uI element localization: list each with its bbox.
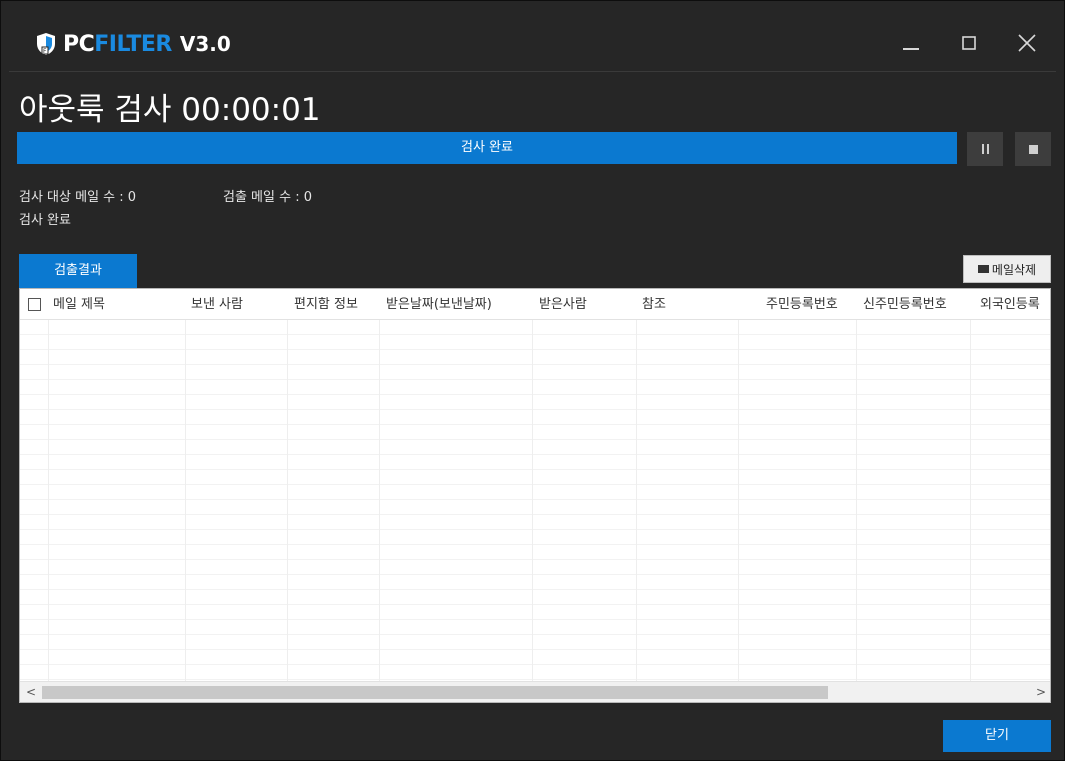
title-divider xyxy=(9,71,1056,72)
minimize-button[interactable] xyxy=(893,25,929,61)
chevron-right-icon[interactable]: > xyxy=(1032,682,1050,702)
column-header[interactable]: 받은사람 xyxy=(539,289,634,320)
delete-mail-label: 메일삭제 xyxy=(991,262,1037,277)
select-all-checkbox[interactable] xyxy=(28,298,41,311)
mail-icon xyxy=(977,265,989,273)
progress-bar: 검사 완료 xyxy=(17,132,957,164)
column-header[interactable]: 참조 xyxy=(642,289,738,320)
detected-mail-count: 검출 메일 수 : 0 xyxy=(223,190,312,205)
table-body xyxy=(20,320,1050,681)
minimize-icon xyxy=(903,48,919,50)
column-header[interactable]: 주민등록번호 xyxy=(766,289,856,320)
app-window: F PC FILTER V3.0 아웃룩 검사 00:00:01 검사 완료 검… xyxy=(0,0,1065,761)
tab-detection-results[interactable]: 검출결과 xyxy=(19,254,137,288)
results-table: 메일 제목 보낸 사람 편지함 정보 받은날짜(보낸날짜) 받은사람 참조 주민… xyxy=(19,288,1051,703)
pause-icon xyxy=(980,144,990,154)
horizontal-scrollbar[interactable]: < > xyxy=(20,681,1050,702)
pause-button[interactable] xyxy=(967,132,1003,166)
column-header[interactable]: 신주민등록번호 xyxy=(863,289,971,320)
title-bar: F PC FILTER V3.0 xyxy=(1,1,1064,71)
maximize-icon xyxy=(962,36,976,50)
shield-logo-icon: F xyxy=(37,33,55,55)
logo-pc-text: PC xyxy=(63,31,95,57)
chevron-left-icon[interactable]: < xyxy=(22,682,40,702)
page-title: 아웃룩 검사 00:00:01 xyxy=(19,92,321,128)
svg-text:F: F xyxy=(43,48,47,55)
stop-icon xyxy=(1028,144,1038,154)
close-button[interactable]: 닫기 xyxy=(943,720,1051,752)
close-icon xyxy=(1018,34,1036,52)
app-version: V3.0 xyxy=(179,32,231,56)
app-logo: F PC FILTER V3.0 xyxy=(35,29,231,59)
column-header[interactable]: 외국인등록 xyxy=(980,289,1050,320)
column-header[interactable]: 받은날짜(보낸날짜) xyxy=(386,289,531,320)
progress-label: 검사 완료 xyxy=(461,140,513,155)
target-mail-count: 검사 대상 메일 수 : 0 xyxy=(19,190,137,205)
column-header[interactable]: 메일 제목 xyxy=(53,289,181,320)
column-header[interactable]: 보낸 사람 xyxy=(191,289,289,320)
logo-filter-text: FILTER xyxy=(94,31,172,57)
table-header: 메일 제목 보낸 사람 편지함 정보 받은날짜(보낸날짜) 받은사람 참조 주민… xyxy=(20,289,1050,320)
scrollbar-thumb[interactable] xyxy=(42,686,828,699)
column-header[interactable]: 편지함 정보 xyxy=(294,289,386,320)
maximize-button[interactable] xyxy=(951,25,987,61)
scan-status: 검사 완료 xyxy=(19,213,71,228)
delete-mail-button[interactable]: 메일삭제 xyxy=(963,255,1051,283)
stop-button[interactable] xyxy=(1015,132,1051,166)
close-window-button[interactable] xyxy=(1009,25,1045,61)
